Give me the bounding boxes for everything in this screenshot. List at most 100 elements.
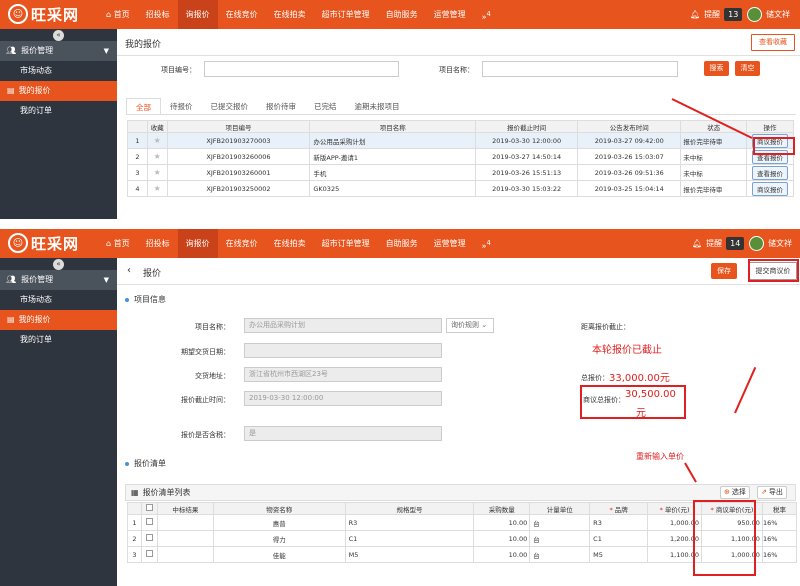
nav-supermarket-orders[interactable]: 超市订单管理 (314, 229, 378, 258)
sidebar-group-quote[interactable]: 👥︎ 报价管理 ▼ (0, 41, 117, 61)
favorite-star-icon[interactable]: ★ (146, 164, 168, 181)
tab-completed[interactable]: 已完结 (305, 98, 346, 115)
nav-bidding[interactable]: 招投标 (138, 0, 178, 29)
sidebar-item-market[interactable]: 市场动态 (0, 290, 117, 310)
users-icon: 👥︎ (6, 275, 17, 284)
negotiate-quote-button[interactable]: 商议报价 (752, 181, 789, 196)
nav-home[interactable]: ⌂ 首页 (98, 229, 138, 258)
clear-button[interactable]: 清空 (735, 61, 760, 76)
sidebar-group-quote[interactable]: 👥︎ 报价管理 ▼ (0, 270, 117, 290)
tabs-divider (126, 114, 796, 115)
logo-icon: ☺ (8, 4, 28, 24)
main-nav: ⌂ 首页 招投标 询报价 在线竞价 在线拍卖 超市订单管理 自助服务 运营管理 … (98, 229, 499, 258)
remind[interactable]: 🔔︎ 提醒 14 (692, 229, 745, 258)
tab-submitted[interactable]: 已提交报价 (202, 98, 258, 115)
logo[interactable]: ☺ 旺采网 (8, 3, 79, 25)
tax-included-field: 是 (244, 426, 442, 441)
select-all-checkbox[interactable] (140, 502, 158, 515)
users-icon: 👥︎ (6, 46, 17, 55)
highlight-submit-button (748, 259, 799, 282)
project-name-input[interactable] (482, 61, 678, 77)
bell-icon: 🔔︎ (690, 10, 701, 19)
logo-icon: ☺ (8, 233, 28, 253)
row-checkbox[interactable] (140, 514, 158, 531)
select-button[interactable]: ⊕ 选择 (720, 486, 750, 499)
nav-online-auction[interactable]: 在线拍卖 (266, 229, 314, 258)
total-value: 33,000.00元 (609, 373, 670, 384)
save-button[interactable]: 保存 (711, 263, 737, 279)
quote-list-header: ▦ 报价清单列表 (125, 484, 796, 501)
delivery-address-field: 浙江省杭州市西湖区23号 (244, 367, 442, 382)
user-menu[interactable]: 储文祥 (749, 229, 792, 258)
remind[interactable]: 🔔︎ 提醒 13 (690, 0, 743, 29)
tab-pending[interactable]: 待报价 (161, 98, 202, 115)
nav-operations[interactable]: 运营管理 (426, 0, 474, 29)
row-checkbox[interactable] (140, 530, 158, 547)
delivery-date-field (244, 343, 442, 358)
nav-self-service[interactable]: 自助服务 (378, 229, 426, 258)
export-button[interactable]: ⇗ 导出 (757, 486, 787, 499)
nav-more[interactable]: »4 (474, 229, 499, 258)
sidebar-top: « 👥︎ 报价管理 ▼ 市场动态 ▤ 我的报价 我的订单 (0, 29, 117, 219)
nav-bidding[interactable]: 招投标 (138, 229, 178, 258)
quotes-table: 收藏 项目编号 项目名称 报价截止时间 公告发布时间 状态 操作 1 ★ XJF… (127, 120, 794, 197)
chevron-down-icon: ▼ (103, 47, 109, 55)
nav-online-bidding[interactable]: 在线竞价 (218, 229, 266, 258)
chevron-down-icon: ▼ (103, 276, 109, 284)
project-code-input[interactable] (204, 61, 399, 77)
page-header: 我的报价 查看收藏 (117, 29, 800, 56)
remind-count-badge: 14 (726, 237, 745, 250)
tab-overdue[interactable]: 逾期未报项目 (346, 98, 409, 115)
sidebar-collapse-toggle[interactable]: « (0, 258, 117, 270)
page-header: ‹ 报价 保存 提交商议价 (117, 258, 800, 285)
table-row: 3 ★ XJFB201903260001 手机 2019-03-26 15:51… (127, 164, 794, 181)
favorite-star-icon[interactable]: ★ (146, 148, 168, 165)
project-name-field: 办公用品采购计划 (244, 318, 442, 333)
export-icon: ⇗ (761, 488, 767, 496)
nav-supermarket-orders[interactable]: 超市订单管理 (314, 0, 378, 29)
nav-inquiry[interactable]: 询报价 (177, 0, 218, 29)
sidebar-item-my-quotes[interactable]: ▤ 我的报价 (0, 310, 117, 330)
logo[interactable]: ☺ 旺采网 (8, 232, 79, 254)
user-menu[interactable]: 储文祥 (747, 0, 790, 29)
collapse-icon: « (53, 29, 64, 41)
nav-online-auction[interactable]: 在线拍卖 (266, 0, 314, 29)
arrow-annotation (734, 366, 757, 414)
nav-more[interactable]: »4 (474, 0, 499, 29)
back-icon[interactable]: ‹ (127, 265, 131, 276)
highlight-negotiate-button (753, 137, 795, 155)
tab-review[interactable]: 报价待审 (257, 98, 305, 115)
bell-icon: 🔔︎ (692, 239, 703, 248)
top-navbar-2: ☺ 旺采网 ⌂ 首页 招投标 询报价 在线竞价 在线拍卖 超市订单管理 自助服务… (0, 229, 800, 258)
collapse-icon: « (53, 258, 64, 270)
row-checkbox[interactable] (140, 546, 158, 563)
view-favorites-button[interactable]: 查看收藏 (751, 34, 795, 51)
table-row: 4 ★ XJFB201903250002 GK0325 2019-03-30 1… (127, 180, 794, 197)
search-button[interactable]: 搜索 (704, 61, 729, 76)
avatar (749, 236, 764, 251)
code-label: 项目编号： (161, 66, 196, 74)
sidebar-item-market[interactable]: 市场动态 (0, 61, 117, 81)
chevron-down-icon: ⌄ (481, 321, 488, 329)
total-label: 总报价： (581, 374, 609, 382)
nav-online-bidding[interactable]: 在线竞价 (218, 0, 266, 29)
address-label: 交货地址： (195, 372, 230, 380)
favorite-star-icon[interactable]: ★ (146, 132, 168, 149)
inquiry-rules-button[interactable]: 询价规则 ⌄ (446, 318, 494, 333)
nav-home[interactable]: ⌂ 首页 (98, 0, 138, 29)
sidebar-collapse-toggle[interactable]: « (0, 29, 117, 41)
sidebar-bottom: « 👥︎ 报价管理 ▼ 市场动态 ▤ 我的报价 我的订单 (0, 258, 117, 586)
view-quote-button[interactable]: 查看报价 (752, 165, 789, 180)
sidebar-item-my-quotes[interactable]: ▤ 我的报价 (0, 81, 117, 101)
nav-operations[interactable]: 运营管理 (426, 229, 474, 258)
bullet-icon (125, 461, 129, 466)
avatar (747, 7, 762, 22)
sidebar-item-my-orders[interactable]: 我的订单 (0, 101, 117, 121)
favorite-star-icon[interactable]: ★ (146, 180, 168, 197)
sidebar-item-my-orders[interactable]: 我的订单 (0, 330, 117, 350)
nav-inquiry[interactable]: 询报价 (177, 229, 218, 258)
section-quote-list: 报价清单 (125, 458, 166, 469)
tab-all[interactable]: 全部 (126, 98, 161, 115)
date-label: 期望交货日期： (181, 348, 230, 356)
nav-self-service[interactable]: 自助服务 (378, 0, 426, 29)
